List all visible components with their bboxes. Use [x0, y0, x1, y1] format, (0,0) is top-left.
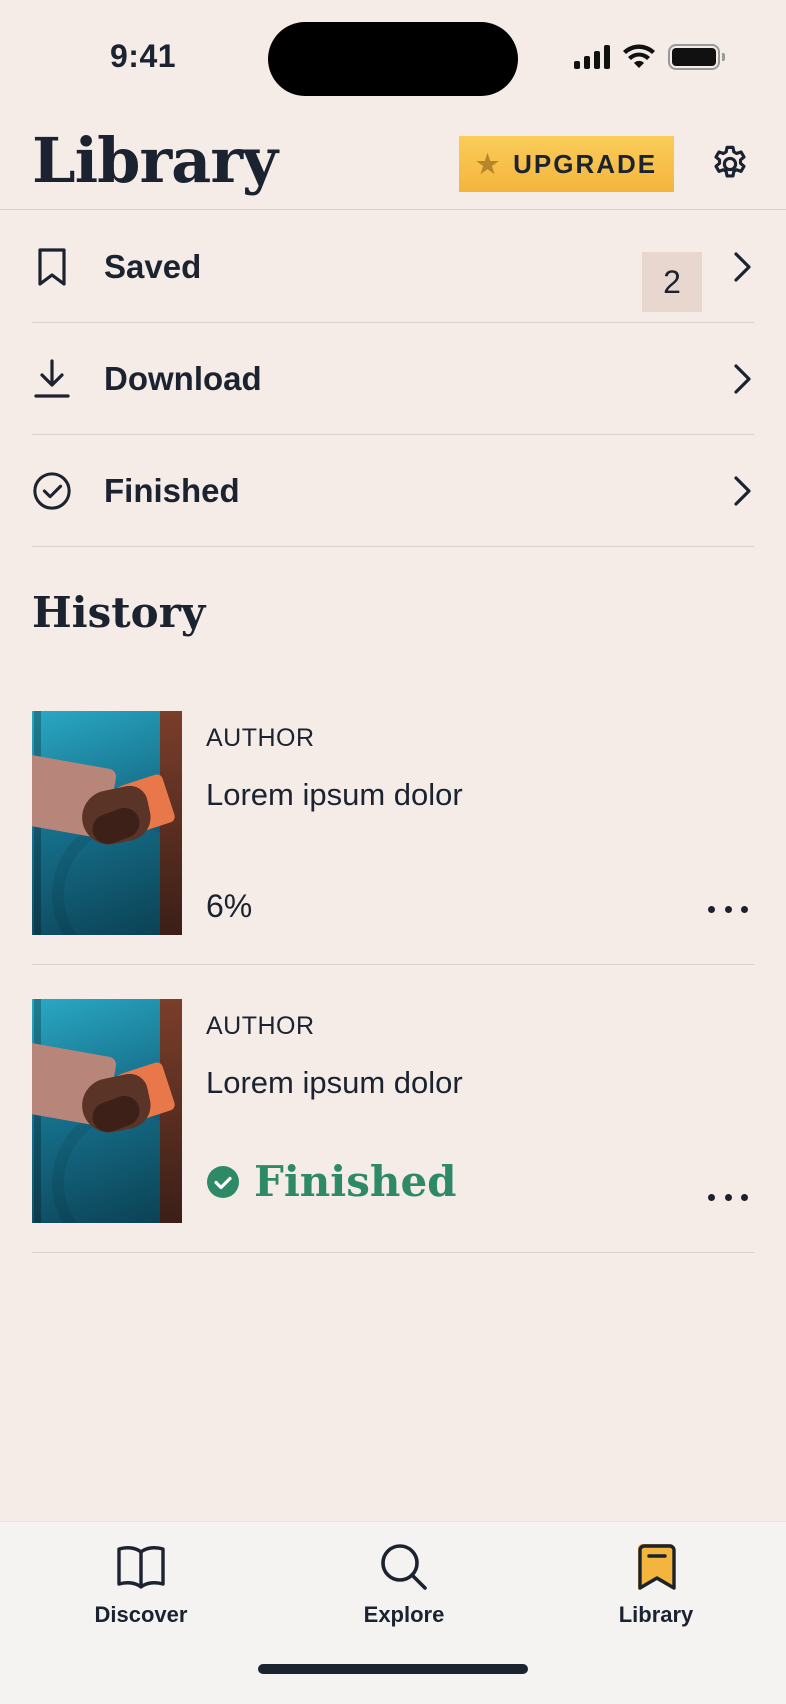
- menu-item-saved[interactable]: Saved 2: [32, 211, 754, 323]
- signal-icon: [574, 45, 610, 69]
- history-title: History: [32, 588, 206, 637]
- book-title: Lorem ipsum dolor: [206, 1065, 463, 1100]
- tab-library[interactable]: Library: [576, 1542, 736, 1628]
- search-icon: [379, 1542, 429, 1592]
- menu-label-finished: Finished: [104, 471, 240, 509]
- status-bar: 9:41: [0, 0, 786, 110]
- bookmark-icon: [32, 245, 72, 289]
- check-circle-filled-icon: [207, 1165, 239, 1198]
- book-title: Lorem ipsum dolor: [206, 777, 463, 812]
- menu-label-download: Download: [104, 359, 262, 397]
- status-icons: [574, 44, 725, 70]
- upgrade-button[interactable]: ★ UPGRADE: [459, 136, 674, 192]
- history-list: AUTHOR Lorem ipsum dolor 6% AUTHOR Lorem…: [32, 677, 754, 1253]
- wifi-icon: [623, 44, 655, 68]
- check-circle-icon: [32, 469, 72, 513]
- tab-label-discover: Discover: [94, 1602, 188, 1627]
- book-cover: [32, 711, 182, 935]
- star-icon: ★: [475, 148, 502, 179]
- book-progress: 6%: [206, 888, 253, 924]
- upgrade-label: UPGRADE: [513, 148, 658, 179]
- gear-icon: [714, 145, 746, 178]
- tab-explore[interactable]: Explore: [324, 1542, 484, 1628]
- chevron-right-icon: [734, 363, 751, 394]
- header: Library ★ UPGRADE: [0, 110, 786, 210]
- home-indicator: [258, 1664, 528, 1674]
- book-open-icon: [116, 1542, 166, 1592]
- battery-icon: [668, 44, 725, 70]
- download-icon: [32, 357, 72, 401]
- book-author: AUTHOR: [206, 724, 315, 752]
- finished-status: Finished: [206, 1157, 457, 1206]
- saved-count-badge: 2: [642, 252, 702, 312]
- page-title: Library: [32, 124, 278, 197]
- book-cover: [32, 999, 182, 1223]
- tab-discover[interactable]: Discover: [61, 1542, 221, 1628]
- tab-label-explore: Explore: [363, 1602, 445, 1627]
- more-options-button[interactable]: [708, 899, 748, 919]
- chevron-right-icon: [734, 251, 751, 282]
- menu-item-download[interactable]: Download: [32, 323, 754, 435]
- finished-label: Finished: [254, 1157, 457, 1206]
- status-time: 9:41: [110, 38, 177, 74]
- dynamic-island: [268, 22, 518, 96]
- menu-label-saved: Saved: [104, 247, 202, 285]
- history-item[interactable]: AUTHOR Lorem ipsum dolor 6%: [32, 677, 754, 965]
- chevron-right-icon: [734, 475, 751, 506]
- tab-label-library: Library: [618, 1602, 694, 1627]
- library-menu: Saved 2 Download Finished: [32, 211, 754, 547]
- library-bookmark-icon: [631, 1542, 681, 1592]
- book-author: AUTHOR: [206, 1012, 315, 1040]
- menu-item-finished[interactable]: Finished: [32, 435, 754, 547]
- more-options-button[interactable]: [708, 1187, 748, 1207]
- tab-bar: Discover Explore Library: [0, 1521, 786, 1704]
- history-item[interactable]: AUTHOR Lorem ipsum dolor Finished: [32, 965, 754, 1253]
- settings-button[interactable]: [706, 140, 754, 188]
